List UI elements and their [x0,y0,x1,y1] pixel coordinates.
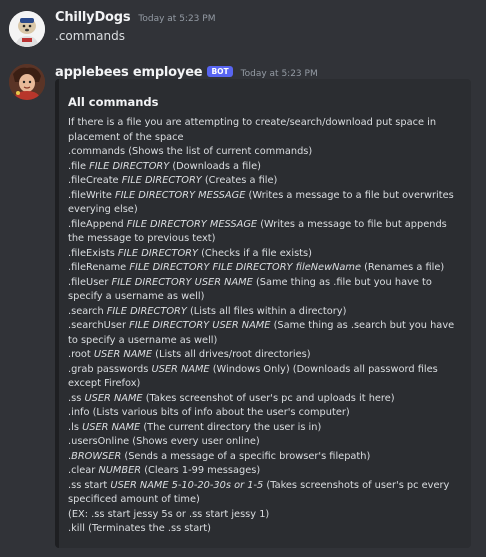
argument-placeholder: FILE DIRECTORY MESSAGE [115,189,246,201]
argument-placeholder: USER NAME [93,349,153,360]
argument-placeholder: FILE DIRECTORY [117,247,198,259]
avatar-employee-icon [9,64,45,100]
embed-line: .searchUser FILE DIRECTORY USER NAME (Sa… [68,320,455,346]
argument-placeholder: FILE DIRECTORY [121,175,202,186]
avatar[interactable] [9,64,45,100]
argument-placeholder: USER NAME [84,392,143,404]
argument-placeholder: USER NAME 5-10-20-30s or 1-5 [110,479,264,491]
argument-placeholder: FILE DIRECTORY USER NAME [129,320,271,331]
embed-line: If there is a file you are attempting to… [68,117,437,143]
avatar-dog-icon [9,11,45,47]
message-content: .commands [55,29,125,43]
embed-line: .fileExists FILE DIRECTORY (Checks if a … [68,247,312,259]
embed-line: .ls USER NAME (The current directory the… [68,421,322,433]
avatar[interactable] [9,11,45,47]
embed-line: .fileCreate FILE DIRECTORY (Creates a fi… [68,175,278,186]
embed-line: .fileRename FILE DIRECTORY FILE DIRECTOR… [68,262,445,273]
argument-placeholder: BROWSER [71,450,122,462]
embed-line: .clear NUMBER (Clears 1-99 messages) [68,465,261,476]
embed-title: All commands [68,95,159,109]
embed-line: .BROWSER (Sends a message of a specific … [68,450,371,462]
embed-line: .kill (Terminates the .ss start) [68,523,211,534]
message-header: applebees employee BOT Today at 5:23 PM [55,65,318,80]
embed-line: .search FILE DIRECTORY (Lists all files … [68,305,347,317]
message-chillydogs: ChillyDogs Today at 5:23 PM .commands [0,0,486,50]
embed-line: .root USER NAME (Lists all drives/root d… [68,349,311,360]
embed-line: .fileAppend FILE DIRECTORY MESSAGE (Writ… [68,218,447,245]
embed-line: .fileWrite FILE DIRECTORY MESSAGE (Write… [68,189,454,216]
embed-description: If there is a file you are attempting to… [68,116,464,537]
timestamp: Today at 5:23 PM [138,14,216,24]
embed-line: .grab passwords USER NAME (Windows Only)… [68,363,438,390]
bot-badge: BOT [207,66,233,77]
embed-line: .ss start USER NAME 5-10-20-30s or 1-5 (… [68,479,450,506]
embed-line: .file FILE DIRECTORY (Downloads a file) [68,160,261,172]
timestamp: Today at 5:23 PM [240,69,318,79]
embed-line: .usersOnline (Shows every user online) [68,436,260,447]
embed-line: .fileUser FILE DIRECTORY USER NAME (Same… [68,276,432,303]
argument-placeholder: FILE DIRECTORY USER NAME [111,276,253,288]
argument-placeholder: FILE DIRECTORY MESSAGE [126,218,258,230]
embed-line: .ss USER NAME (Takes screenshot of user'… [68,392,395,404]
username[interactable]: ChillyDogs [55,10,131,25]
argument-placeholder: NUMBER [98,465,142,476]
argument-placeholder: USER NAME [151,363,210,375]
embed-line: (EX: .ss start jessy 5s or .ss start jes… [68,508,270,520]
message-header: ChillyDogs Today at 5:23 PM [55,10,215,25]
argument-placeholder: USER NAME [82,421,141,433]
argument-placeholder: FILE DIRECTORY [106,305,187,317]
argument-placeholder: FILE DIRECTORY FILE DIRECTORY fileNewNam… [129,262,361,273]
embed-line: .info (Lists various bits of info about … [68,407,350,418]
username[interactable]: applebees employee [55,65,203,80]
embed-line: .commands (Shows the list of current com… [68,146,313,157]
argument-placeholder: FILE DIRECTORY [89,160,170,172]
embed: All commands If there is a file you are … [55,79,471,548]
